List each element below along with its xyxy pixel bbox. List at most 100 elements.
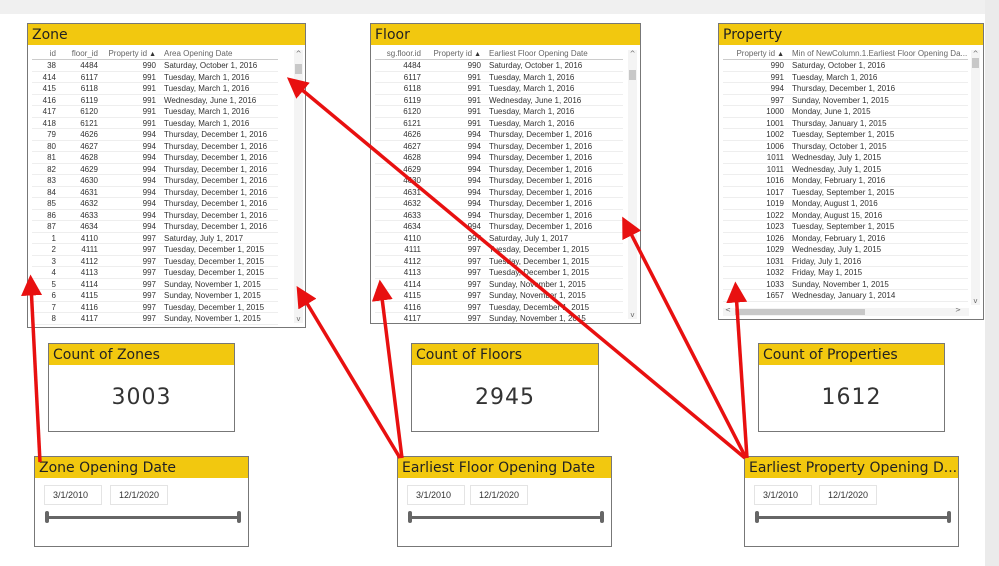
scroll-thumb[interactable] <box>629 70 636 80</box>
table-row[interactable]: 1031 Friday, July 1, 2016 <box>723 256 968 267</box>
scroll-thumb[interactable] <box>295 64 302 74</box>
column-header[interactable]: Earliest Floor Opening Date <box>485 48 623 59</box>
table-row[interactable]: 6118 991 Tuesday, March 1, 2016 <box>375 83 623 95</box>
table-row[interactable]: 87 4634 994 Thursday, December 1, 2016 <box>32 221 278 233</box>
column-header[interactable]: floor_id <box>60 48 102 59</box>
table-row[interactable]: 4627 994 Thursday, December 1, 2016 <box>375 141 623 152</box>
table-row[interactable]: 5 4114 997 Sunday, November 1, 2015 <box>32 279 278 290</box>
table-row[interactable]: 80 4627 994 Thursday, December 1, 2016 <box>32 141 278 152</box>
end-date-input[interactable]: 12/1/2020 <box>470 485 528 505</box>
table-row[interactable]: 4626 994 Thursday, December 1, 2016 <box>375 129 623 141</box>
table-row[interactable]: 6 4115 997 Sunday, November 1, 2015 <box>32 290 278 302</box>
table-row[interactable]: 1011 Wednesday, July 1, 2015 <box>723 152 968 164</box>
zone-scrollbar[interactable]: ^ v <box>294 50 303 323</box>
column-header[interactable]: id <box>32 48 60 59</box>
table-row[interactable]: 4116 997 Tuesday, December 1, 2015 <box>375 302 623 313</box>
start-date-input[interactable]: 3/1/2010 <box>407 485 465 505</box>
table-row[interactable]: 8 4117 997 Sunday, November 1, 2015 <box>32 313 278 325</box>
table-row[interactable]: 4484 990 Saturday, October 1, 2016 <box>375 60 623 72</box>
column-header[interactable]: Property id ▲ <box>102 48 160 59</box>
table-row[interactable]: 4117 997 Sunday, November 1, 2015 <box>375 313 623 323</box>
range-start-handle[interactable] <box>45 511 49 523</box>
table-row[interactable]: 418 6121 991 Tuesday, March 1, 2016 <box>32 118 278 129</box>
scroll-thumb[interactable] <box>972 58 979 68</box>
table-row[interactable]: 84 4631 994 Thursday, December 1, 2016 <box>32 187 278 198</box>
property-scrollbar[interactable]: ^ v <box>971 50 980 305</box>
table-row[interactable]: 4115 997 Sunday, November 1, 2015 <box>375 290 623 302</box>
table-row[interactable]: 994 Thursday, December 1, 2016 <box>723 83 968 95</box>
table-row[interactable]: 79 4626 994 Thursday, December 1, 2016 <box>32 129 278 141</box>
table-row[interactable]: 3 4112 997 Tuesday, December 1, 2015 <box>32 256 278 267</box>
end-date-input[interactable]: 12/1/2020 <box>819 485 877 505</box>
range-start-handle[interactable] <box>408 511 412 523</box>
scroll-up-icon[interactable]: ^ <box>294 50 303 58</box>
table-row[interactable]: 415 6118 991 Tuesday, March 1, 2016 <box>32 83 278 95</box>
table-row[interactable]: 1026 Monday, February 1, 2016 <box>723 233 968 244</box>
table-row[interactable]: 4114 997 Sunday, November 1, 2015 <box>375 279 623 290</box>
table-row[interactable]: 1000 Monday, June 1, 2015 <box>723 106 968 118</box>
table-row[interactable]: 4111 997 Tuesday, December 1, 2015 <box>375 244 623 256</box>
property-h-scrollbar[interactable]: < > <box>723 306 969 316</box>
table-row[interactable]: 1657 Wednesday, January 1, 2014 <box>723 290 968 302</box>
range-end-handle[interactable] <box>237 511 241 523</box>
table-row[interactable]: 4630 994 Thursday, December 1, 2016 <box>375 175 623 187</box>
column-header[interactable]: Property id ▲ <box>425 48 485 59</box>
table-row[interactable]: 4110 997 Saturday, July 1, 2017 <box>375 233 623 244</box>
table-row[interactable]: 2 4111 997 Tuesday, December 1, 2015 <box>32 244 278 256</box>
date-range-track[interactable] <box>757 516 949 519</box>
table-row[interactable]: 1002 Tuesday, September 1, 2015 <box>723 129 968 141</box>
table-row[interactable]: 4113 997 Tuesday, December 1, 2015 <box>375 267 623 279</box>
table-row[interactable]: 82 4629 994 Thursday, December 1, 2016 <box>32 164 278 175</box>
sort-ascending-icon[interactable]: ▲ <box>472 51 481 58</box>
sort-ascending-icon[interactable]: ▲ <box>775 51 784 58</box>
table-row[interactable]: 416 6119 991 Wednesday, June 1, 2016 <box>32 95 278 106</box>
table-row[interactable]: 4629 994 Thursday, December 1, 2016 <box>375 164 623 175</box>
scroll-up-icon[interactable]: ^ <box>971 50 980 58</box>
table-row[interactable]: 6119 991 Wednesday, June 1, 2016 <box>375 95 623 106</box>
table-row[interactable]: 4632 994 Thursday, December 1, 2016 <box>375 198 623 210</box>
table-row[interactable]: 417 6120 991 Tuesday, March 1, 2016 <box>32 106 278 118</box>
scroll-down-icon[interactable]: v <box>971 297 980 305</box>
table-row[interactable]: 83 4630 994 Thursday, December 1, 2016 <box>32 175 278 187</box>
sort-ascending-icon[interactable]: ▲ <box>147 51 156 58</box>
scroll-down-icon[interactable]: v <box>628 311 637 319</box>
table-row[interactable]: 38 4484 990 Saturday, October 1, 2016 <box>32 60 278 72</box>
table-row[interactable]: 991 Tuesday, March 1, 2016 <box>723 72 968 83</box>
floor-scrollbar[interactable]: ^ v <box>628 50 637 319</box>
table-row[interactable]: 990 Saturday, October 1, 2016 <box>723 60 968 72</box>
start-date-input[interactable]: 3/1/2010 <box>44 485 102 505</box>
table-row[interactable]: 86 4633 994 Thursday, December 1, 2016 <box>32 210 278 221</box>
column-header[interactable]: Min of NewColumn.1.Earliest Floor Openin… <box>788 48 968 59</box>
scroll-thumb[interactable] <box>735 309 865 315</box>
end-date-input[interactable]: 12/1/2020 <box>110 485 168 505</box>
table-row[interactable]: 4631 994 Thursday, December 1, 2016 <box>375 187 623 198</box>
column-header[interactable]: sg.floor.id <box>375 48 425 59</box>
table-row[interactable]: 1017 Tuesday, September 1, 2015 <box>723 187 968 198</box>
table-row[interactable]: 1001 Thursday, January 1, 2015 <box>723 118 968 129</box>
table-row[interactable]: 1023 Tuesday, September 1, 2015 <box>723 221 968 233</box>
table-row[interactable]: 1006 Thursday, October 1, 2015 <box>723 141 968 152</box>
scroll-left-icon[interactable]: < <box>725 306 731 314</box>
table-row[interactable]: 997 Sunday, November 1, 2015 <box>723 95 968 106</box>
column-header[interactable]: Area Opening Date <box>160 48 278 59</box>
table-row[interactable]: 4 4113 997 Tuesday, December 1, 2015 <box>32 267 278 279</box>
date-range-track[interactable] <box>47 516 239 519</box>
table-row[interactable]: 7 4116 997 Tuesday, December 1, 2015 <box>32 302 278 313</box>
column-header[interactable]: Property id ▲ <box>723 48 788 59</box>
table-row[interactable]: 6117 991 Tuesday, March 1, 2016 <box>375 72 623 83</box>
table-row[interactable]: 1 4110 997 Saturday, July 1, 2017 <box>32 233 278 244</box>
table-row[interactable]: 1011 Wednesday, July 1, 2015 <box>723 164 968 175</box>
table-row[interactable]: 85 4632 994 Thursday, December 1, 2016 <box>32 198 278 210</box>
table-row[interactable]: 1022 Monday, August 15, 2016 <box>723 210 968 221</box>
table-row[interactable]: 4112 997 Tuesday, December 1, 2015 <box>375 256 623 267</box>
table-row[interactable]: 1016 Monday, February 1, 2016 <box>723 175 968 187</box>
table-row[interactable]: 4628 994 Thursday, December 1, 2016 <box>375 152 623 164</box>
table-row[interactable]: 6120 991 Tuesday, March 1, 2016 <box>375 106 623 118</box>
table-row[interactable]: 4634 994 Thursday, December 1, 2016 <box>375 221 623 233</box>
date-range-track[interactable] <box>410 516 602 519</box>
table-row[interactable]: 81 4628 994 Thursday, December 1, 2016 <box>32 152 278 164</box>
start-date-input[interactable]: 3/1/2010 <box>754 485 812 505</box>
scroll-up-icon[interactable]: ^ <box>628 50 637 58</box>
table-row[interactable]: 1029 Wednesday, July 1, 2015 <box>723 244 968 256</box>
range-start-handle[interactable] <box>755 511 759 523</box>
